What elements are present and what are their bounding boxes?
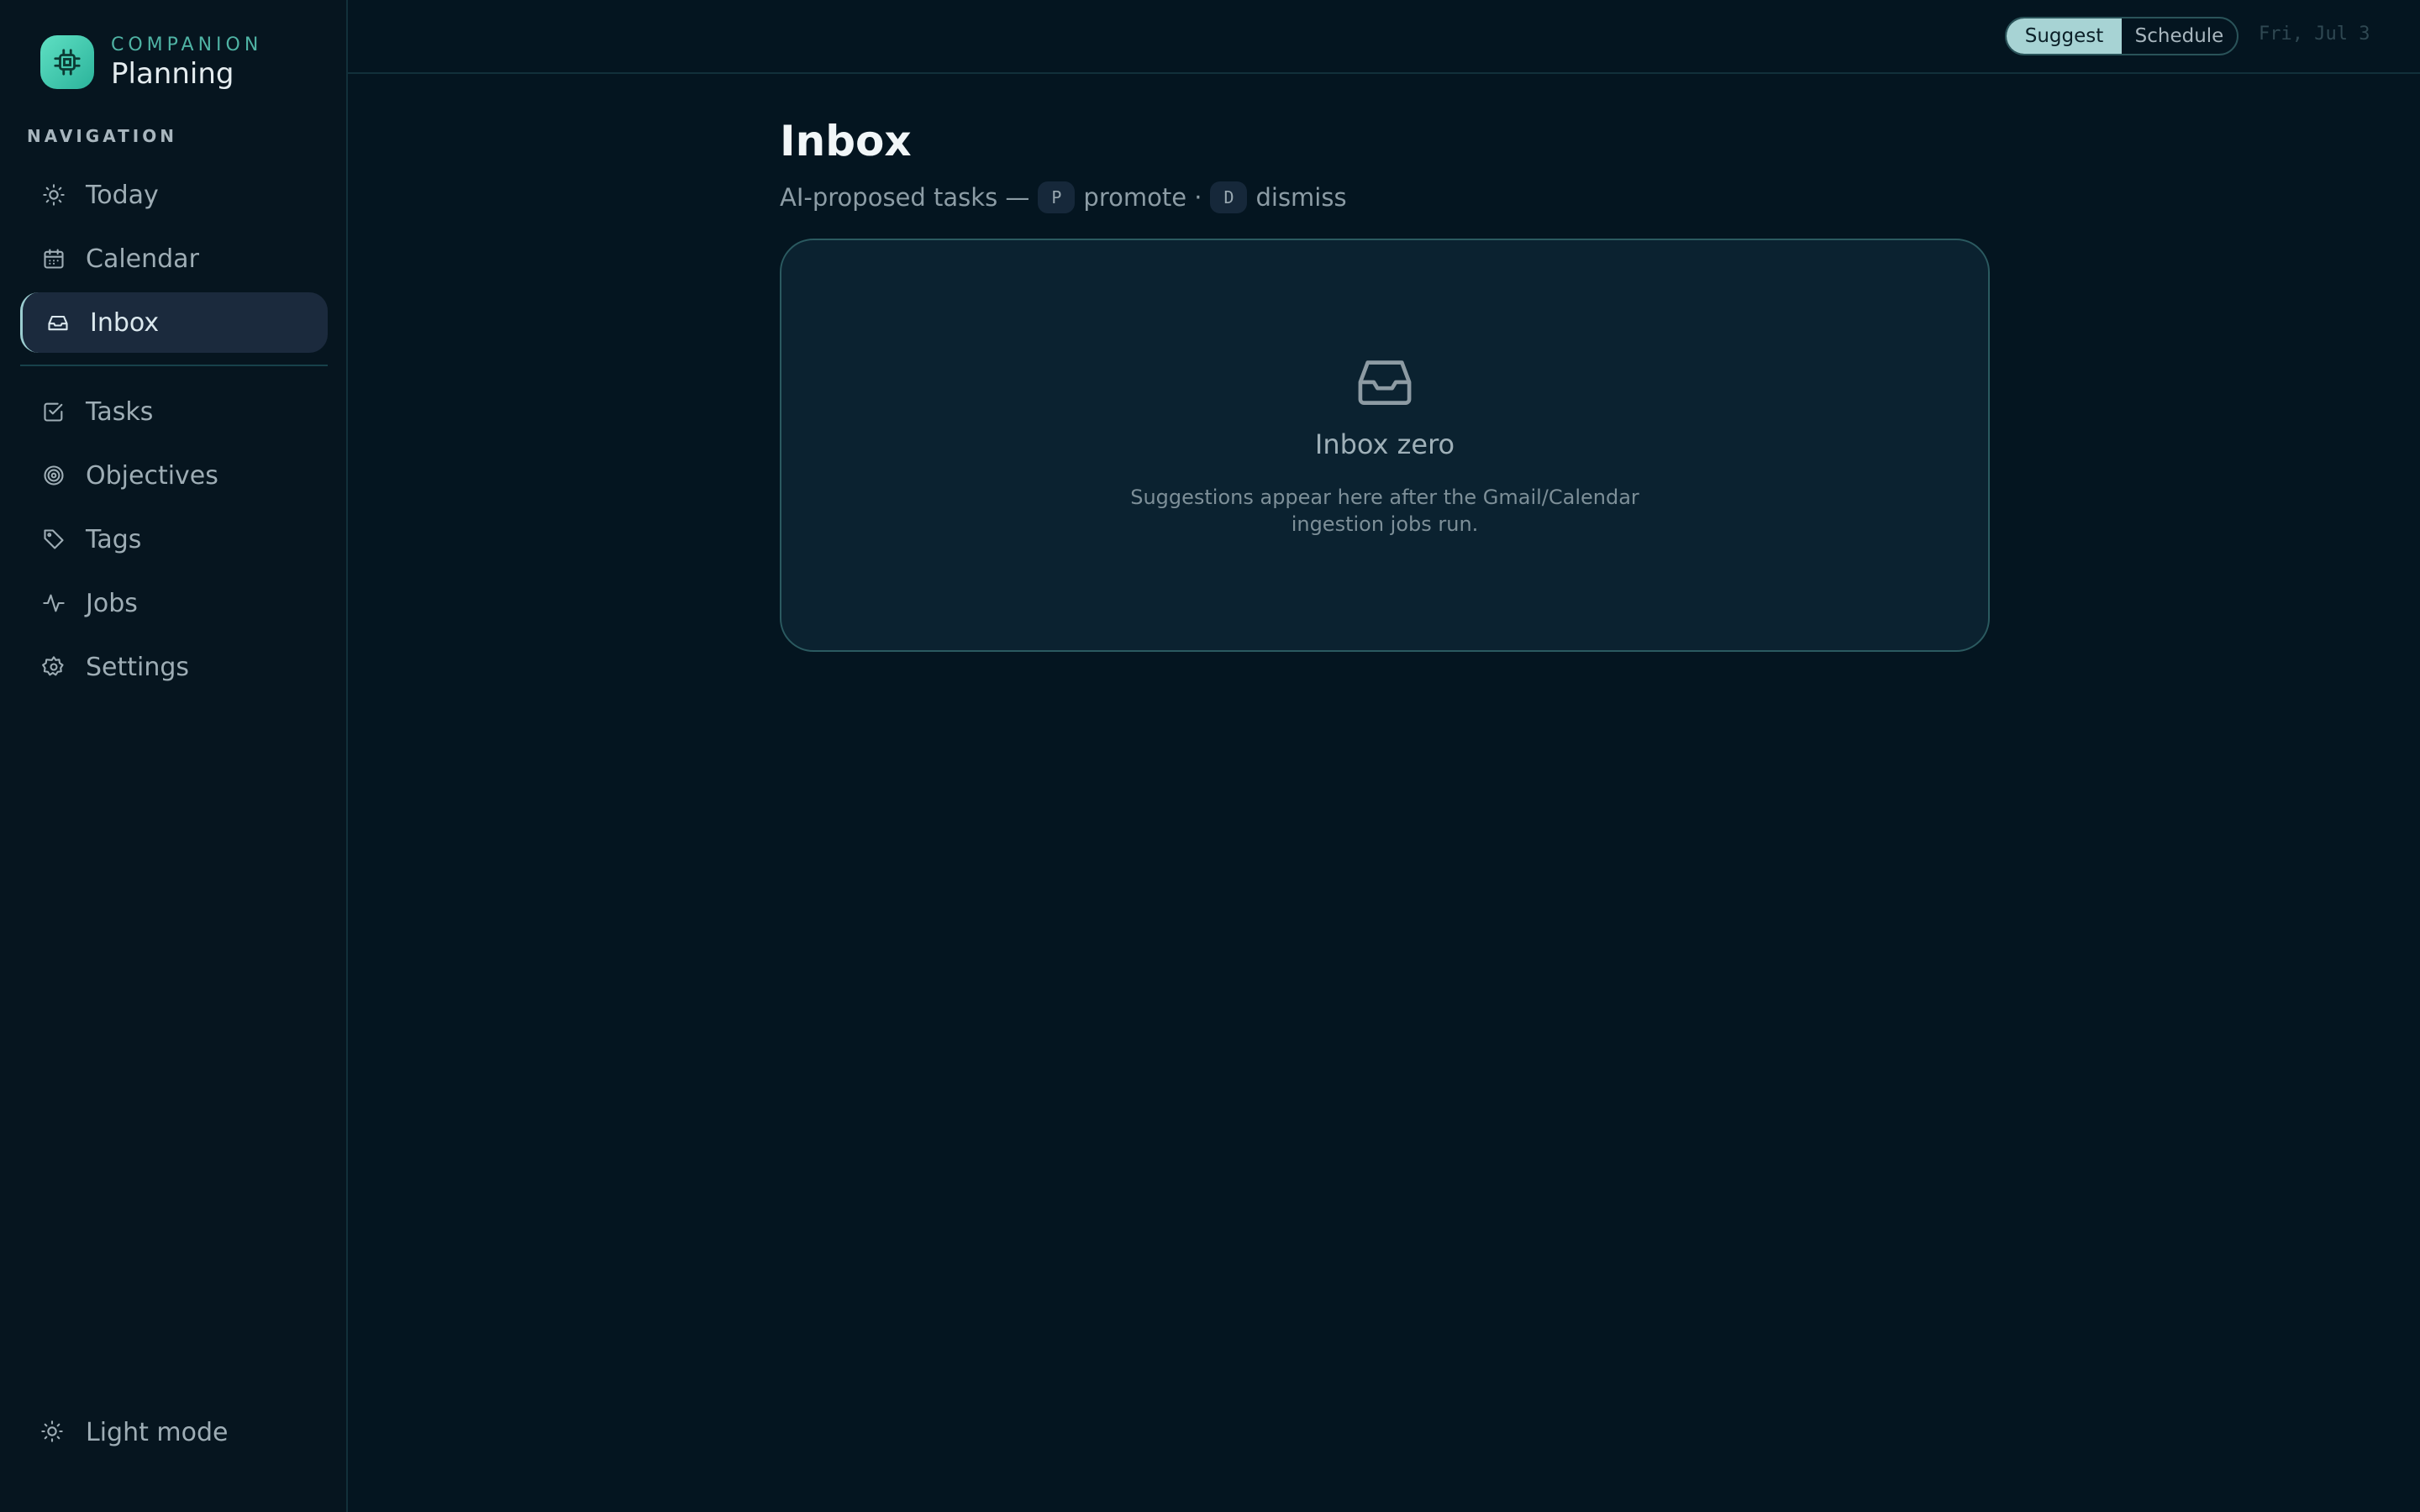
schedule-toggle-button[interactable]: Schedule: [2122, 18, 2237, 54]
nav-divider: [20, 365, 328, 366]
app-window: COMPANION Planning NAVIGATION Today Cale…: [0, 0, 2420, 1512]
page-subtitle: AI-proposed tasks — P promote · D dismis…: [780, 181, 1990, 213]
empty-state-card: Inbox zero Suggestions appear here after…: [780, 239, 1990, 652]
empty-state-title: Inbox zero: [1314, 428, 1455, 460]
brand[interactable]: COMPANION Planning: [40, 34, 262, 91]
mode-toggle: Suggest Schedule: [2005, 17, 2238, 55]
sidebar-item-label: Today: [86, 180, 159, 210]
sidebar-item-label: Tasks: [86, 396, 154, 427]
topbar: Suggest Schedule Fri, Jul 3: [348, 0, 2420, 74]
brand-title: Planning: [111, 57, 234, 91]
empty-state-description: Suggestions appear here after the Gmail/…: [1130, 486, 1639, 536]
sidebar-item-label: Settings: [86, 652, 190, 682]
sidebar-item-objectives[interactable]: Objectives: [20, 445, 328, 506]
sidebar-item-tags[interactable]: Tags: [20, 509, 328, 570]
sidebar-item-label: Calendar: [86, 244, 199, 274]
inbox-icon: [1355, 353, 1415, 407]
light-mode-toggle[interactable]: Light mode: [40, 1418, 228, 1447]
chip-icon: [40, 35, 94, 89]
sidebar: COMPANION Planning NAVIGATION Today Cale…: [0, 0, 348, 1512]
promote-label: promote ·: [1083, 183, 1202, 212]
sidebar-item-today[interactable]: Today: [20, 165, 328, 225]
nav-heading: NAVIGATION: [27, 126, 177, 146]
sidebar-item-inbox[interactable]: Inbox: [20, 292, 328, 353]
sidebar-item-label: Jobs: [86, 588, 138, 618]
promote-shortcut-key: P: [1038, 181, 1076, 213]
sidebar-item-settings[interactable]: Settings: [20, 637, 328, 697]
dismiss-shortcut-key: D: [1210, 181, 1248, 213]
dismiss-label: dismiss: [1255, 183, 1347, 212]
suggest-toggle-button[interactable]: Suggest: [2007, 18, 2122, 54]
calendar-icon: [40, 245, 67, 272]
sun-icon: [40, 181, 67, 208]
target-icon: [40, 462, 67, 489]
sidebar-item-calendar[interactable]: Calendar: [20, 228, 328, 289]
checkbox-icon: [40, 398, 67, 425]
brand-eyebrow: COMPANION: [111, 34, 263, 55]
sun-icon: [40, 1420, 67, 1446]
main-content: Inbox AI-proposed tasks — P promote · D …: [780, 116, 1990, 652]
subtitle-prefix: AI-proposed tasks —: [780, 183, 1030, 212]
activity-icon: [40, 590, 67, 617]
sidebar-item-label: Objectives: [86, 460, 218, 491]
sidebar-item-tasks[interactable]: Tasks: [20, 381, 328, 442]
gear-icon: [40, 654, 67, 680]
sidebar-item-jobs[interactable]: Jobs: [20, 573, 328, 633]
inbox-icon: [45, 309, 71, 336]
sidebar-item-label: Tags: [86, 524, 142, 554]
page-title: Inbox: [780, 117, 912, 165]
light-mode-label: Light mode: [86, 1418, 229, 1447]
sidebar-item-label: Inbox: [90, 307, 160, 338]
tag-icon: [40, 526, 67, 553]
current-date: Fri, Jul 3: [2259, 24, 2370, 45]
sidebar-nav: Today Calendar Inbox Tasks Objectives Ta…: [20, 165, 328, 701]
